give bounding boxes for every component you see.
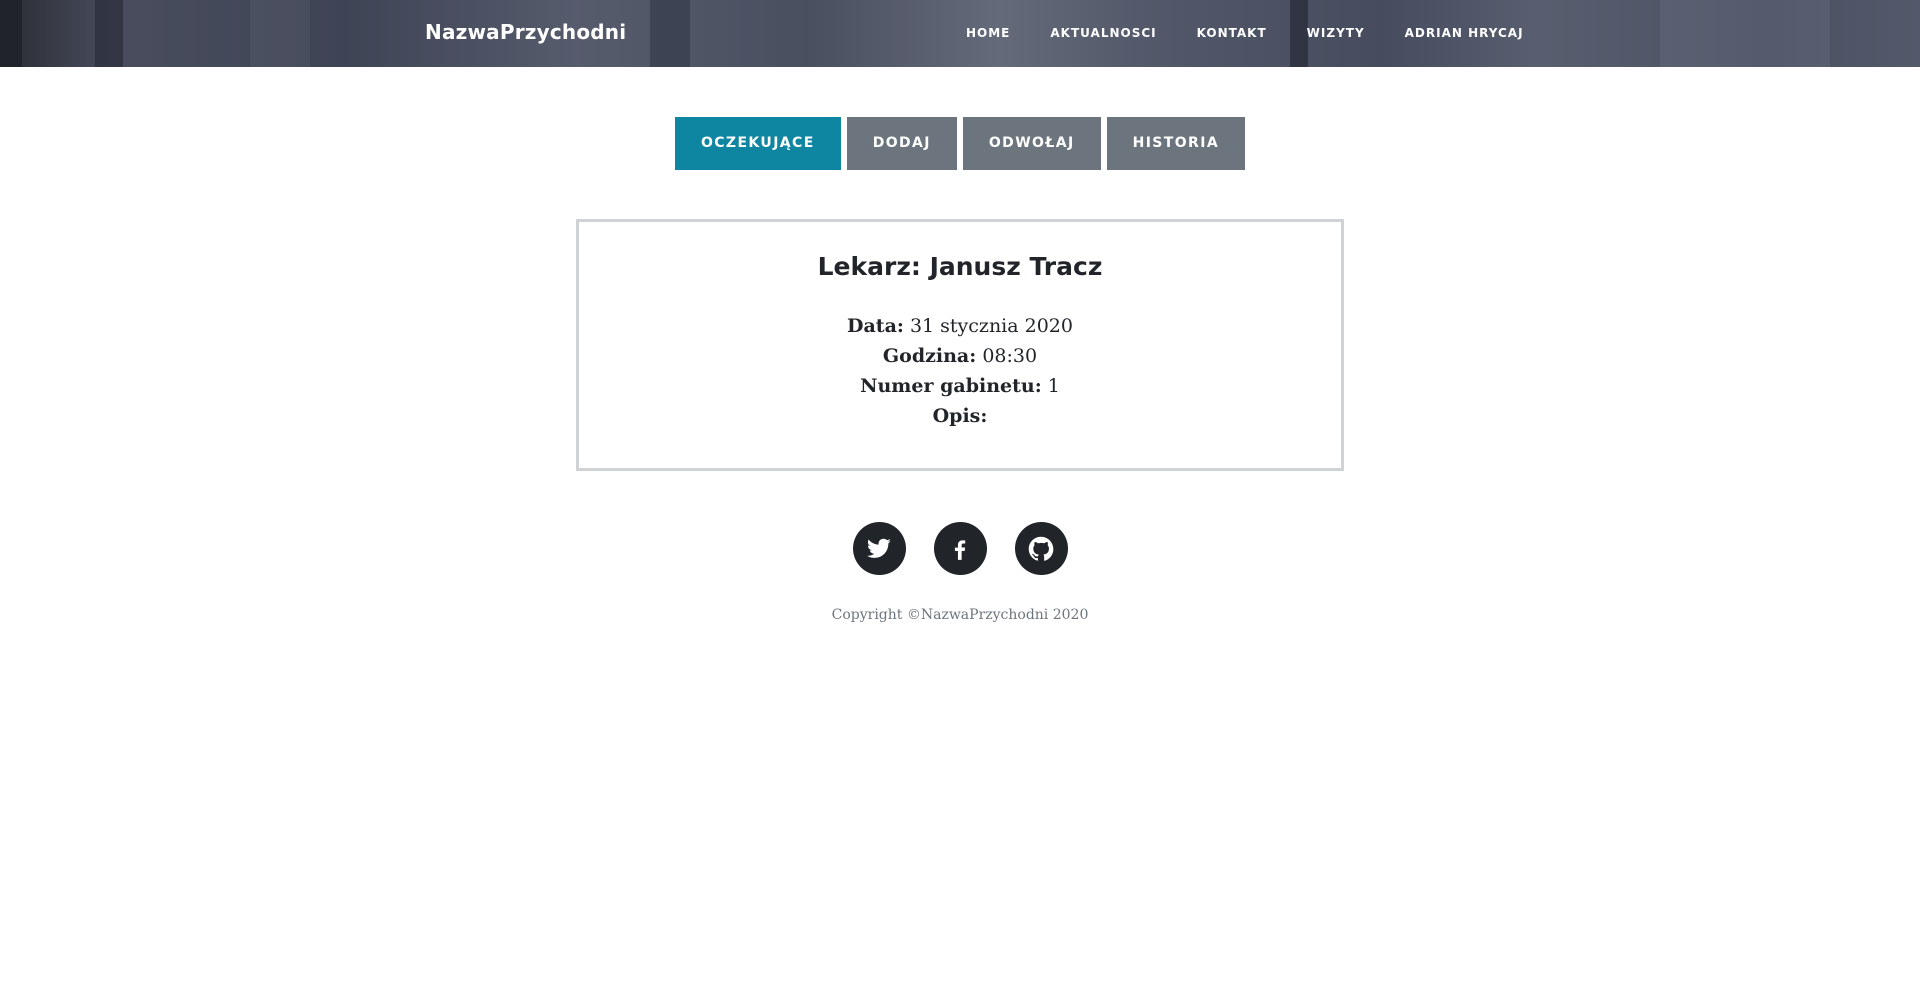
visit-time-label: Godzina: xyxy=(882,345,977,367)
twitter-icon xyxy=(866,538,891,558)
nav-link-kontakt[interactable]: KONTAKT xyxy=(1197,26,1267,40)
visit-date-label: Data: xyxy=(847,315,904,337)
visit-tabs: OCZEKUJĄCE DODAJ ODWOŁAJ HISTORIA xyxy=(0,117,1920,170)
main-nav: HOME AKTUALNOSCI KONTAKT WIZYTY ADRIAN H… xyxy=(966,26,1564,40)
visit-date-row: Data: 31 stycznia 2020 xyxy=(579,311,1341,341)
nav-link-wizyty[interactable]: WIZYTY xyxy=(1307,26,1365,40)
nav-link-user-profile[interactable]: ADRIAN HRYCAJ xyxy=(1405,26,1524,40)
tab-oczekujace[interactable]: OCZEKUJĄCE xyxy=(674,117,841,170)
visit-room-value: 1 xyxy=(1047,375,1060,397)
facebook-icon xyxy=(954,539,966,560)
nav-link-home[interactable]: HOME xyxy=(966,26,1010,40)
visit-room-label: Numer gabinetu: xyxy=(860,375,1042,397)
github-icon xyxy=(1028,536,1054,561)
navbar: NazwaPrzychodni HOME AKTUALNOSCI KONTAKT… xyxy=(0,0,1920,67)
brand-logo-link[interactable]: NazwaPrzychodni xyxy=(425,20,626,44)
doctor-heading: Lekarz: Janusz Tracz xyxy=(817,252,1103,281)
tab-dodaj[interactable]: DODAJ xyxy=(846,117,957,170)
tab-historia[interactable]: HISTORIA xyxy=(1106,117,1246,170)
visit-description-row: Opis: xyxy=(579,401,1341,431)
facebook-link[interactable] xyxy=(933,522,987,575)
github-link[interactable] xyxy=(1014,522,1068,575)
visit-time-row: Godzina: 08:30 xyxy=(579,341,1341,371)
nav-link-aktualnosci[interactable]: AKTUALNOSCI xyxy=(1050,26,1156,40)
twitter-link[interactable] xyxy=(852,522,906,575)
visit-details: Data: 31 stycznia 2020 Godzina: 08:30 Nu… xyxy=(579,311,1341,431)
copyright-text: Copyright ©NazwaPrzychodni 2020 xyxy=(831,607,1089,623)
visit-room-row: Numer gabinetu: 1 xyxy=(579,371,1341,401)
visit-description-label: Opis: xyxy=(932,405,988,427)
visit-time-value: 08:30 xyxy=(982,345,1038,367)
visit-card: Lekarz: Janusz Tracz Data: 31 stycznia 2… xyxy=(576,219,1344,471)
social-links xyxy=(0,522,1920,575)
visit-date-value: 31 stycznia 2020 xyxy=(909,315,1073,337)
tab-odwolaj[interactable]: ODWOŁAJ xyxy=(962,117,1101,170)
